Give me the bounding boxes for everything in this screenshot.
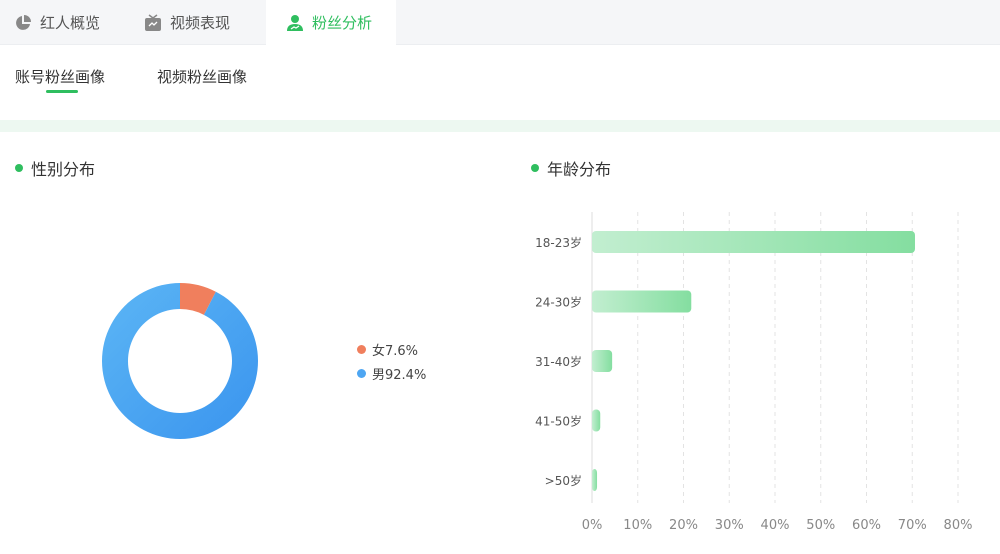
y-tick-label: 18-23岁: [535, 235, 582, 250]
legend-label: 男92.4%: [372, 368, 427, 383]
subtab-video-fans[interactable]: 视频粉丝画像: [157, 66, 247, 87]
age-bar-chart: 0% 10% 20% 30% 40% 50% 60% 70% 80% 18-23岁 24-30岁 31…: [535, 212, 973, 533]
age-bar[interactable]: [592, 231, 915, 253]
tab-fans[interactable]: 粉丝分析: [266, 0, 396, 45]
tab-bar: 红人概览 视频表现 粉丝分析: [0, 0, 1000, 45]
bullet-icon: [531, 164, 539, 172]
x-tick-label: 30%: [715, 518, 744, 533]
subtab-account-fans[interactable]: 账号粉丝画像: [15, 66, 105, 87]
tab-label: 视频表现: [170, 14, 231, 32]
donut-slice[interactable]: [102, 283, 259, 439]
age-bar[interactable]: [592, 409, 601, 432]
legend-dot: [357, 369, 366, 378]
age-bar[interactable]: [592, 350, 613, 372]
gender-section-title: 性别分布: [15, 156, 95, 180]
age-bar[interactable]: [592, 469, 598, 491]
legend-label: 女7.6%: [372, 344, 419, 359]
legend-male: 男92.4%: [357, 364, 426, 383]
tab-overview[interactable]: 红人概览: [0, 0, 130, 45]
age-section-title: 年龄分布: [531, 156, 611, 180]
x-tick-label: 10%: [623, 518, 652, 533]
legend-dot: [357, 345, 366, 354]
gender-donut-chart: [102, 283, 259, 439]
bullet-icon: [15, 164, 23, 172]
tab-label: 红人概览: [40, 14, 101, 32]
x-tick-label: 40%: [761, 518, 790, 533]
x-tick-label: 0%: [582, 518, 603, 533]
tv-icon: [145, 13, 161, 31]
y-tick-label: 31-40岁: [535, 354, 582, 369]
title-text: 年龄分布: [547, 160, 612, 179]
user-icon: [287, 14, 303, 31]
divider-band: [0, 120, 1000, 132]
x-tick-label: 80%: [944, 518, 973, 533]
x-tick-label: 70%: [898, 518, 927, 533]
y-tick-label: 24-30岁: [535, 295, 582, 310]
legend-female: 女7.6%: [357, 340, 418, 359]
x-tick-label: 60%: [852, 518, 881, 533]
title-text: 性别分布: [31, 160, 96, 179]
active-subtab-indicator: [46, 90, 78, 93]
x-tick-label: 20%: [669, 518, 698, 533]
y-tick-label: >50岁: [545, 473, 582, 488]
age-bar[interactable]: [592, 290, 692, 313]
tab-label: 粉丝分析: [312, 14, 373, 32]
tab-video[interactable]: 视频表现: [130, 0, 265, 45]
y-tick-label: 41-50岁: [535, 414, 582, 429]
pie-chart-icon: [16, 14, 31, 30]
x-tick-label: 50%: [806, 518, 835, 533]
